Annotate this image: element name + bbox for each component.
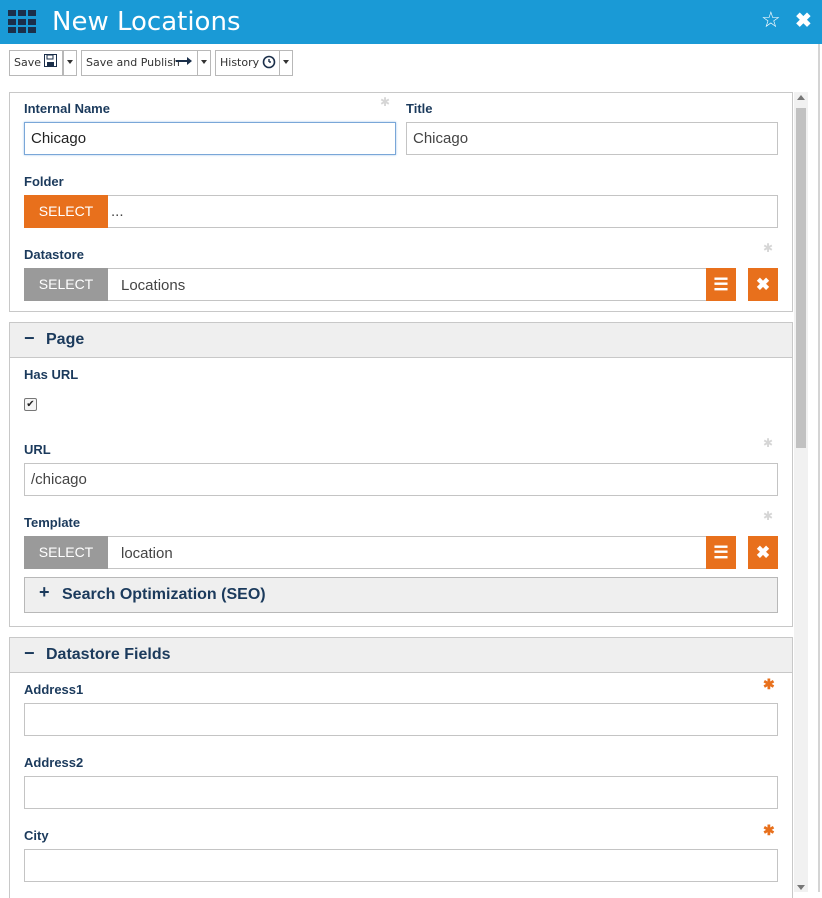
collapse-minus-icon: − bbox=[24, 643, 35, 663]
page-section-title: Page bbox=[46, 331, 85, 348]
datastore-clear-button[interactable]: ✖ bbox=[748, 268, 778, 301]
optional-marker: ✱ bbox=[763, 436, 774, 450]
scroll-up-arrow-icon[interactable] bbox=[797, 95, 805, 100]
internal-name-input[interactable]: Chicago bbox=[24, 122, 396, 155]
datastore-fields-title: Datastore Fields bbox=[46, 646, 171, 663]
page-title: New Locations bbox=[52, 7, 241, 37]
save-label: Save bbox=[14, 56, 42, 69]
vertical-scrollbar[interactable] bbox=[794, 92, 808, 892]
city-input[interactable] bbox=[24, 849, 778, 882]
expand-plus-icon: + bbox=[39, 582, 50, 602]
required-marker: ✱ bbox=[763, 676, 775, 692]
title-label: Title bbox=[406, 101, 433, 116]
history-button[interactable]: History bbox=[215, 50, 281, 76]
template-select-button[interactable]: SELECT bbox=[24, 536, 108, 569]
folder-value: ... bbox=[111, 203, 124, 220]
clear-x-icon: ✖ bbox=[755, 543, 771, 562]
optional-marker: ✱ bbox=[380, 95, 391, 109]
address1-input[interactable] bbox=[24, 703, 778, 736]
clock-icon bbox=[262, 55, 276, 73]
datastore-value: Locations bbox=[121, 277, 186, 294]
folder-select-button[interactable]: SELECT bbox=[24, 195, 108, 228]
history-label: History bbox=[220, 56, 260, 69]
datastore-field: Locations bbox=[24, 268, 708, 301]
optional-marker: ✱ bbox=[763, 241, 774, 255]
required-marker: ✱ bbox=[763, 822, 775, 838]
collapse-minus-icon: − bbox=[24, 328, 35, 348]
app-header: New Locations ☆ ✖ bbox=[0, 0, 822, 44]
save-dropdown-button[interactable] bbox=[63, 50, 77, 76]
template-field: location bbox=[24, 536, 708, 569]
arrow-right-icon bbox=[176, 55, 192, 71]
apps-grid-icon[interactable] bbox=[8, 10, 36, 34]
scroll-down-arrow-icon[interactable] bbox=[797, 885, 805, 890]
has-url-checkbox[interactable]: ✔ bbox=[24, 398, 37, 411]
address1-label: Address1 bbox=[24, 682, 84, 697]
list-icon: ☰ bbox=[713, 543, 729, 562]
datastore-fields-panel: − Datastore Fields Address1 ✱ Address2 C… bbox=[9, 637, 793, 898]
folder-field[interactable]: ... bbox=[24, 195, 778, 228]
general-panel: Internal Name ✱ Chicago Title Chicago Fo… bbox=[9, 92, 793, 312]
list-icon: ☰ bbox=[713, 275, 729, 294]
scroll-thumb[interactable] bbox=[796, 108, 806, 448]
optional-marker: ✱ bbox=[763, 509, 774, 523]
city-label: City bbox=[24, 828, 49, 843]
page-panel: − Page Has URL ✔ URL ✱ /chicago Template… bbox=[9, 322, 793, 627]
url-label: URL bbox=[24, 442, 51, 457]
datastore-fields-header[interactable]: − Datastore Fields bbox=[10, 638, 792, 673]
seo-section-title: Search Optimization (SEO) bbox=[62, 586, 266, 603]
address2-label: Address2 bbox=[24, 755, 84, 770]
favorite-star-icon[interactable]: ☆ bbox=[761, 7, 781, 33]
url-input[interactable]: /chicago bbox=[24, 463, 778, 496]
save-and-publish-button[interactable]: Save and Publish bbox=[81, 50, 199, 76]
internal-name-label: Internal Name bbox=[24, 101, 110, 116]
template-value: location bbox=[121, 545, 173, 562]
datastore-list-button[interactable]: ☰ bbox=[706, 268, 736, 301]
clear-x-icon: ✖ bbox=[755, 275, 771, 294]
page-section-header[interactable]: − Page bbox=[10, 323, 792, 358]
address2-input[interactable] bbox=[24, 776, 778, 809]
has-url-label: Has URL bbox=[24, 367, 79, 382]
folder-label: Folder bbox=[24, 174, 64, 189]
template-label: Template bbox=[24, 515, 81, 530]
seo-section-toggle[interactable]: + Search Optimization (SEO) bbox=[24, 577, 778, 613]
publish-dropdown-button[interactable] bbox=[197, 50, 211, 76]
datastore-select-button[interactable]: SELECT bbox=[24, 268, 108, 301]
window-edge bbox=[818, 44, 820, 892]
save-button[interactable]: Save bbox=[9, 50, 63, 76]
save-and-publish-label: Save and Publish bbox=[86, 56, 180, 69]
title-input[interactable]: Chicago bbox=[406, 122, 778, 155]
history-dropdown-button[interactable] bbox=[279, 50, 293, 76]
template-clear-button[interactable]: ✖ bbox=[748, 536, 778, 569]
template-list-button[interactable]: ☰ bbox=[706, 536, 736, 569]
datastore-label: Datastore bbox=[24, 247, 84, 262]
close-icon[interactable]: ✖ bbox=[795, 8, 812, 33]
floppy-disk-icon bbox=[44, 54, 57, 71]
